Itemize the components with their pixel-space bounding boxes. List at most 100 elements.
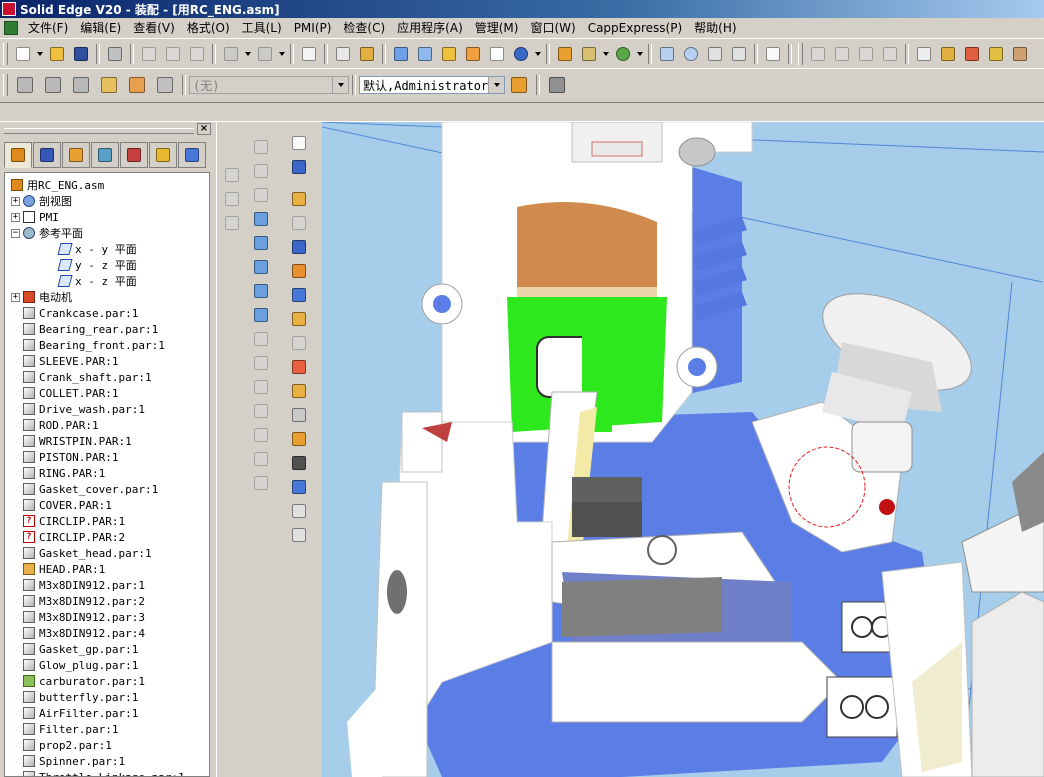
document-icon[interactable]: [4, 21, 18, 35]
print-button[interactable]: [105, 44, 125, 64]
tree-item[interactable]: y - z 平面: [11, 257, 209, 273]
graphics-viewport[interactable]: [322, 122, 1044, 777]
menu-inspect[interactable]: 检查(C): [337, 19, 391, 37]
tree-item[interactable]: carburator.par:1: [11, 673, 209, 689]
tree-item[interactable]: Drive_wash.par:1: [11, 401, 209, 417]
cut-button[interactable]: [139, 44, 159, 64]
view-iso-button[interactable]: [439, 44, 459, 64]
shaded-button[interactable]: [463, 44, 483, 64]
cmd2-6-button[interactable]: [250, 256, 272, 278]
cmd2-3-button[interactable]: [250, 184, 272, 206]
cmd1-1-button[interactable]: [221, 164, 243, 186]
tab-parts-library[interactable]: [33, 142, 61, 168]
layers-button[interactable]: [579, 44, 599, 64]
open-button[interactable]: [47, 44, 67, 64]
tool-e-button[interactable]: [545, 73, 569, 97]
user-combo-arrow[interactable]: [488, 77, 504, 93]
zoom-button[interactable]: [681, 44, 701, 64]
tree-item[interactable]: PISTON.PAR:1: [11, 449, 209, 465]
edit-definition-button[interactable]: [914, 44, 934, 64]
tab-sensors[interactable]: [120, 142, 148, 168]
tree-item[interactable]: Spinner.par:1: [11, 753, 209, 769]
redo-dropdown-arrow-icon[interactable]: [279, 52, 285, 56]
cmd3-3-button[interactable]: [288, 188, 310, 210]
render-style-button[interactable]: [511, 44, 531, 64]
menu-file[interactable]: 文件(F): [22, 19, 74, 37]
layers-dropdown-arrow-icon[interactable]: [603, 52, 609, 56]
tree-item[interactable]: Gasket_cover.par:1: [11, 481, 209, 497]
style-combo-arrow[interactable]: [332, 77, 348, 93]
tree-item[interactable]: COVER.PAR:1: [11, 497, 209, 513]
user-settings-button[interactable]: [507, 73, 531, 97]
menu-pmi[interactable]: PMI(P): [288, 19, 338, 37]
tree-item[interactable]: HEAD.PAR:1: [11, 561, 209, 577]
relationship-3-button[interactable]: [856, 44, 876, 64]
tab-family[interactable]: [62, 142, 90, 168]
cmd2-10-button[interactable]: [250, 352, 272, 374]
tool-d-button[interactable]: [1010, 44, 1030, 64]
cmd3-17-button[interactable]: [288, 524, 310, 546]
cmd2-11-button[interactable]: [250, 376, 272, 398]
tree-item[interactable]: WRISTPIN.PAR:1: [11, 433, 209, 449]
select-filter-4-button[interactable]: [97, 73, 121, 97]
insert-part-button[interactable]: [333, 44, 353, 64]
cmd3-16-button[interactable]: [288, 500, 310, 522]
tree-item[interactable]: − 参考平面: [11, 225, 209, 241]
cmd3-8-button[interactable]: [288, 308, 310, 330]
relationship-4-button[interactable]: [880, 44, 900, 64]
cmd3-6-button[interactable]: [288, 260, 310, 282]
cmd3-9-button[interactable]: [288, 332, 310, 354]
pan-button[interactable]: [729, 44, 749, 64]
menu-view[interactable]: 查看(V): [127, 19, 181, 37]
copy-button[interactable]: [163, 44, 183, 64]
new-button[interactable]: [13, 44, 33, 64]
relationship-1-button[interactable]: [808, 44, 828, 64]
tree-item[interactable]: Glow_plug.par:1: [11, 657, 209, 673]
menu-manage[interactable]: 管理(M): [469, 19, 525, 37]
paste-button[interactable]: [187, 44, 207, 64]
cmd3-11-button[interactable]: [288, 380, 310, 402]
tree-item[interactable]: prop2.par:1: [11, 737, 209, 753]
tree-item[interactable]: Throttle_Linkage.par:1: [11, 769, 209, 776]
wireframe-button[interactable]: [487, 44, 507, 64]
cmd1-3-button[interactable]: [221, 212, 243, 234]
select-filter-3-button[interactable]: [69, 73, 93, 97]
expand-icon[interactable]: +: [11, 196, 20, 206]
redo-button[interactable]: [255, 44, 275, 64]
tree-item[interactable]: Bearing_rear.par:1: [11, 321, 209, 337]
tab-settings[interactable]: [178, 142, 206, 168]
rotate-dropdown-arrow-icon[interactable]: [637, 52, 643, 56]
relationship-2-button[interactable]: [832, 44, 852, 64]
menu-cappexpress[interactable]: CappExpress(P): [582, 19, 688, 37]
tree-item[interactable]: SLEEVE.PAR:1: [11, 353, 209, 369]
tree-item[interactable]: M3x8DIN912.par:4: [11, 625, 209, 641]
tree-root[interactable]: 用RC_ENG.asm: [11, 177, 209, 193]
cmd3-15-button[interactable]: [288, 476, 310, 498]
cmd2-8-button[interactable]: [250, 304, 272, 326]
tree-item[interactable]: M3x8DIN912.par:2: [11, 593, 209, 609]
tree-item[interactable]: ? CIRCLIP.PAR:2: [11, 529, 209, 545]
cmd2-2-button[interactable]: [250, 160, 272, 182]
cmd2-14-button[interactable]: [250, 448, 272, 470]
menu-help[interactable]: 帮助(H): [688, 19, 742, 37]
fit-button[interactable]: [705, 44, 725, 64]
undo-dropdown-arrow-icon[interactable]: [245, 52, 251, 56]
tree-item[interactable]: ROD.PAR:1: [11, 417, 209, 433]
tree-item[interactable]: x - z 平面: [11, 273, 209, 289]
view-cube-button[interactable]: [391, 44, 411, 64]
cmd2-5-button[interactable]: [250, 232, 272, 254]
view-top-button[interactable]: [415, 44, 435, 64]
menu-window[interactable]: 窗口(W): [524, 19, 581, 37]
cmd3-2-button[interactable]: [288, 156, 310, 178]
user-combo[interactable]: 默认,Administrator: [359, 76, 505, 94]
cmd3-13-button[interactable]: [288, 428, 310, 450]
menu-applications[interactable]: 应用程序(A): [391, 19, 469, 37]
cmd3-4-button[interactable]: [288, 212, 310, 234]
hyperlink-button[interactable]: [357, 44, 377, 64]
cmd2-9-button[interactable]: [250, 328, 272, 350]
panel-grip[interactable]: [4, 128, 194, 134]
expand-icon[interactable]: +: [11, 212, 20, 222]
cmd2-7-button[interactable]: [250, 280, 272, 302]
style-combo[interactable]: (无): [189, 76, 349, 94]
menu-edit[interactable]: 编辑(E): [74, 19, 127, 37]
